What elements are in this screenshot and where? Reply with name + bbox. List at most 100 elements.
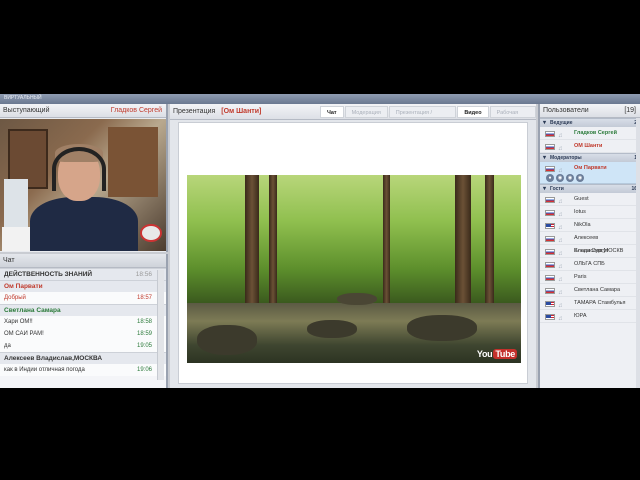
user-list-item[interactable]: ♫ Ом Парвати <box>540 162 640 175</box>
tab-0[interactable]: Чат <box>320 106 344 118</box>
youtube-logo-you: You <box>476 349 493 359</box>
chat-message-list[interactable]: ДЕЙСТВЕННОСТЬ ЗНАНИЙ 18:56 Ом Парвати Добры… <box>0 268 166 388</box>
chat-message-text: как в Индии отличная погода <box>4 367 85 373</box>
user-list-item[interactable]: ♫ Светлана Самара <box>540 284 640 297</box>
youtube-video-player[interactable]: You Tube <box>187 175 521 363</box>
user-group-name: Гости <box>550 186 564 192</box>
user-list-item[interactable]: ♫ ОЛЬГА СПБ <box>540 258 640 271</box>
chat-message-text: да <box>4 343 11 349</box>
chat-author-name: Светлана Самара <box>4 307 61 314</box>
microphone-icon <box>140 224 162 242</box>
user-name: Елена Сургут <box>574 248 609 254</box>
tab-1[interactable]: Модерация <box>344 106 388 118</box>
presentation-name: [Ом Шанти] <box>221 108 262 115</box>
rock <box>337 293 377 305</box>
chat-author-name: ДЕЙСТВЕННОСТЬ ЗНАНИЙ <box>4 271 93 278</box>
us-flag-icon <box>545 223 555 229</box>
user-group-header[interactable]: Модераторы1 <box>540 153 640 163</box>
user-name: Гладков Сергей <box>574 130 617 136</box>
tab-2[interactable]: Презентация / Документ <box>388 106 457 128</box>
user-controls: ● ◉ ◉ ◉ <box>546 174 584 183</box>
user-name: Светлана Самара <box>574 287 621 293</box>
chat-author-name: Алексеев Владислав,МОСКВА <box>4 355 103 362</box>
chat-scrollbar[interactable] <box>157 270 164 380</box>
speaker-webcam-video[interactable] <box>0 119 166 251</box>
chat-message: Хари ОМ!! 18:58 <box>0 316 166 328</box>
users-count: [19] <box>624 107 636 114</box>
title-bar: ВИРТУАЛЬНЫЙ <box>0 94 640 104</box>
user-group-header[interactable]: Гости16 <box>540 184 640 194</box>
ru-flag-icon <box>545 197 555 203</box>
chat-header: Чат <box>0 254 166 268</box>
users-header: Пользователи [19] <box>540 104 640 118</box>
tree-trunk <box>269 175 277 305</box>
chat-timestamp: 18:57 <box>136 295 152 301</box>
users-scrollbar[interactable] <box>636 118 640 388</box>
chat-panel: Чат ДЕЙСТВЕННОСТЬ ЗНАНИЙ 18:56 Ом Парвати Д… <box>0 254 168 388</box>
ru-flag-icon <box>545 262 555 268</box>
cabinet <box>108 127 158 197</box>
chat-message: как в Индии отличная погода 19:06 <box>0 364 166 376</box>
ru-flag-icon <box>545 210 555 216</box>
user-list-item[interactable]: ♫ Елена Сургут <box>540 245 640 258</box>
video-icon[interactable]: ● <box>546 174 554 182</box>
speaker-body <box>30 197 138 251</box>
headset-icon <box>52 147 106 191</box>
user-list-item[interactable]: ♫ ЮРА <box>540 310 640 323</box>
chat-message-text: ОМ САИ РАМ! <box>4 331 44 337</box>
speaker-panel: Выступающий Гладков Сергей <box>0 104 168 252</box>
user-list-item[interactable]: ♫ NikOla <box>540 219 640 232</box>
user-group-name: Модераторы <box>550 155 582 161</box>
ru-flag-icon <box>545 249 555 255</box>
window <box>4 179 28 229</box>
user-name: ТАМАРА Стамбулья <box>574 300 626 306</box>
chat-author: ДЕЙСТВЕННОСТЬ ЗНАНИЙ 18:56 <box>0 268 166 280</box>
user-mic-icon: ♫ <box>558 168 563 174</box>
user-list-item[interactable]: ♫ ТАМАРА Стамбулья <box>540 297 640 310</box>
tree-trunk <box>455 175 471 305</box>
ru-flag-icon <box>545 166 555 172</box>
user-group-header[interactable]: Ведущие2 <box>540 118 640 128</box>
user-list-item[interactable]: ♫ Алексеев Владислав,МОСКВ <box>540 232 640 254</box>
hand-icon[interactable]: ◉ <box>576 174 584 182</box>
user-name: ОМ Шанти <box>574 143 603 149</box>
tab-3[interactable]: Видео <box>457 106 489 118</box>
us-flag-icon <box>545 301 555 307</box>
users-list: Ведущие2♫Гладков Сергей♫ОМ ШантиМодерато… <box>540 118 640 323</box>
presentation-stage: You Tube <box>178 122 528 384</box>
users-panel: Пользователи [19] Ведущие2♫Гладков Серге… <box>538 104 640 388</box>
user-name: ЮРА <box>574 313 587 319</box>
tree-trunk <box>383 175 390 305</box>
tab-4[interactable]: Рабочая доска <box>489 106 536 128</box>
user-mic-icon: ♫ <box>558 316 563 322</box>
user-list-item[interactable]: ♫ Iotus <box>540 206 640 219</box>
user-name: Paris <box>574 274 587 280</box>
app-brand: ВИРТУАЛЬНЫЙ <box>4 95 42 101</box>
chat-author-name: Ом Парвати <box>4 283 43 290</box>
presentation-tabs: ЧатМодерацияПрезентация / ДокументВидеоР… <box>320 106 536 128</box>
user-list-item[interactable]: ♫ ОМ Шанти <box>540 140 640 153</box>
chat-timestamp: 18:59 <box>136 331 152 337</box>
ru-flag-icon <box>545 236 555 242</box>
user-name: ОЛЬГА СПБ <box>574 261 605 267</box>
speaker-header: Выступающий Гладков Сергей <box>0 104 166 118</box>
ru-flag-icon <box>545 275 555 281</box>
user-name: Guest <box>574 196 589 202</box>
rock <box>407 315 477 341</box>
presentation-panel: Презентация [Ом Шанти] Чат Модерация Презе… <box>170 104 536 388</box>
youtube-logo-icon: You Tube <box>477 349 517 359</box>
chat-message: да 19:05 <box>0 340 166 352</box>
user-list-item[interactable]: ♫ Paris <box>540 271 640 284</box>
ru-flag-icon <box>545 131 555 137</box>
user-list-item[interactable]: ♫ Гладков Сергей <box>540 127 640 140</box>
selected-user-row[interactable]: ● ◉ ◉ ◉ ♫ Ом Парвати <box>540 162 640 184</box>
speaker-title: Выступающий <box>3 107 50 114</box>
chat-timestamp: 19:06 <box>136 367 152 373</box>
speaker-icon[interactable]: ◉ <box>566 174 574 182</box>
ru-flag-icon <box>545 288 555 294</box>
chat-message-text: Хари ОМ!! <box>4 319 33 325</box>
user-name: Ом Парвати <box>574 165 607 171</box>
user-list-item[interactable]: ♫ Guest <box>540 193 640 206</box>
presentation-header: Презентация [Ом Шанти] Чат Модерация Презе… <box>170 104 536 128</box>
chat-author: Ом Парвати <box>0 280 166 292</box>
